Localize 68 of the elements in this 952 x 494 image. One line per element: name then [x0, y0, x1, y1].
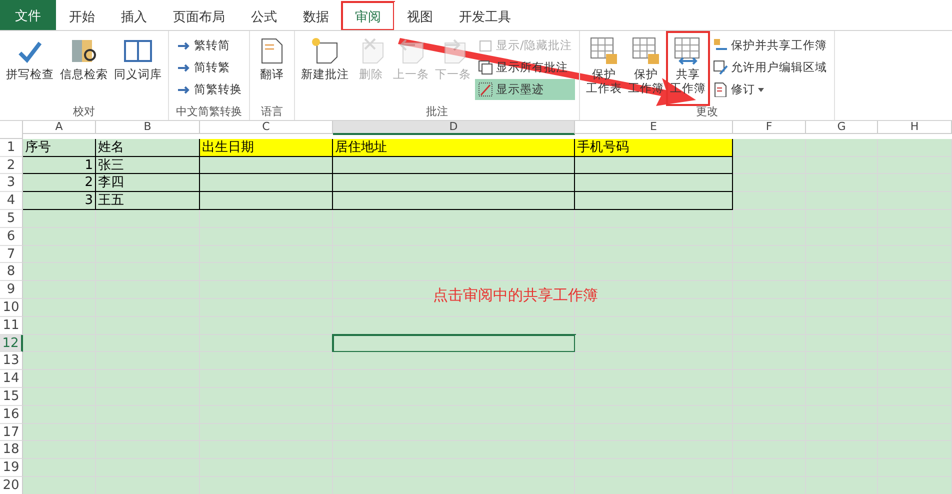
ribbon-button[interactable]: 繁转简 — [173, 35, 245, 56]
row-header[interactable]: 17 — [0, 424, 23, 442]
row-header[interactable]: 7 — [0, 246, 23, 264]
table-cell: 1 — [23, 156, 96, 174]
table-cell: 2 — [23, 174, 96, 192]
group-label: 语言 — [260, 104, 284, 120]
group-label: 中文简繁转换 — [175, 104, 243, 120]
group-label: 更改 — [694, 104, 719, 120]
row-header[interactable]: 12 — [0, 334, 23, 352]
column-header[interactable]: F — [733, 121, 806, 134]
ribbon-button[interactable]: 同义词库 — [112, 33, 164, 104]
workbook-lock-icon — [630, 35, 662, 67]
comment-toggle-icon — [478, 38, 493, 53]
edit-ranges-icon — [712, 60, 728, 75]
ribbon-tab[interactable]: 审阅 — [342, 2, 394, 30]
ribbon-button[interactable]: 保护并共享工作簿 — [710, 35, 830, 56]
row-header[interactable]: 9 — [0, 281, 23, 299]
row-header[interactable]: 14 — [0, 370, 23, 388]
row-header[interactable]: 1 — [0, 138, 23, 157]
table-cell: 序号 — [23, 138, 96, 157]
table-cell: 出生日期 — [200, 138, 333, 157]
ribbon-button[interactable]: 信息检索 — [58, 33, 110, 104]
column-header[interactable]: D — [333, 121, 575, 135]
ribbon-button[interactable]: 翻译 — [254, 33, 290, 104]
ribbon-button[interactable]: 新建批注 — [299, 33, 351, 104]
column-header[interactable]: H — [878, 121, 952, 134]
column-header[interactable]: E — [575, 121, 733, 134]
table-cell: 张三 — [96, 156, 200, 174]
sheet-lock-icon — [588, 35, 620, 67]
group-label: 校对 — [72, 104, 96, 120]
column-header[interactable]: B — [96, 121, 200, 134]
table-cell — [806, 138, 878, 157]
row-header[interactable]: 18 — [0, 441, 23, 460]
file-menu-button[interactable]: 文件 — [0, 0, 56, 30]
row-header[interactable]: 3 — [0, 174, 23, 192]
column-header[interactable]: G — [806, 121, 878, 134]
row-header[interactable]: 16 — [0, 406, 23, 424]
ribbon-button[interactable]: 允许用户编辑区域 — [710, 57, 830, 78]
ink-icon — [478, 82, 493, 97]
row-header[interactable]: 10 — [0, 298, 23, 317]
column-header[interactable]: A — [23, 121, 96, 134]
row-header[interactable]: 4 — [0, 192, 23, 210]
ribbon-button[interactable]: 拼写检查 — [4, 33, 56, 104]
group-label: 批注 — [424, 104, 449, 120]
comments-icon — [478, 60, 493, 75]
row-header[interactable]: 8 — [0, 263, 23, 282]
row-header[interactable]: 5 — [0, 210, 23, 228]
column-header[interactable]: C — [200, 121, 333, 134]
ribbon-button[interactable]: 简转繁 — [173, 57, 245, 78]
row-header[interactable]: 15 — [0, 388, 23, 406]
table-cell: 手机号码 — [575, 138, 733, 157]
annotation-caption: 点击审阅中的共享工作簿 — [433, 286, 598, 305]
row-header[interactable]: 6 — [0, 228, 23, 246]
table-cell: 王五 — [96, 192, 200, 210]
caret-icon[interactable] — [758, 88, 764, 92]
ribbon-button[interactable]: 显示墨迹 — [475, 79, 575, 100]
ribbon-button[interactable]: 简繁转换 — [173, 79, 245, 100]
row-header[interactable]: 2 — [0, 156, 23, 174]
lock-share-icon — [712, 38, 728, 53]
table-cell: 3 — [23, 192, 96, 210]
row-header[interactable]: 19 — [0, 459, 23, 477]
ribbon-button[interactable]: 修订 — [710, 79, 830, 100]
table-cell: 姓名 — [96, 138, 200, 157]
track-changes-icon — [712, 82, 728, 97]
row-header[interactable]: 13 — [0, 352, 23, 370]
row-header[interactable]: 11 — [0, 316, 23, 335]
table-cell: 居住地址 — [333, 138, 575, 157]
table-cell: 李四 — [96, 174, 200, 192]
